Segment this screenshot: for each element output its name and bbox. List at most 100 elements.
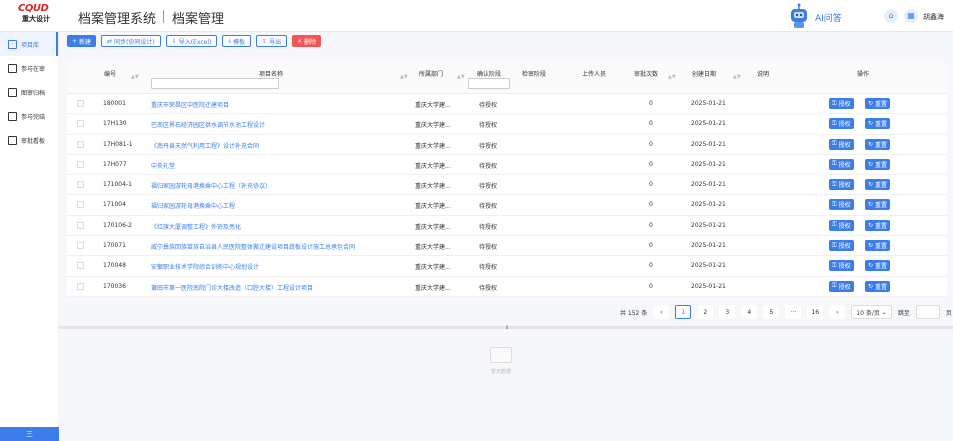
table-row[interactable]: 180001 重庆市荣昌区中医院迁建项目 重庆大学建... 待授权 0 2025… [67, 94, 947, 115]
authorize-button[interactable]: ⚿ 授权 [829, 219, 854, 231]
goto-suffix: 页 [945, 309, 952, 317]
cell-dept: 重庆大学建... [415, 183, 451, 191]
page-button[interactable]: 4 [741, 305, 758, 319]
cell-project-name[interactable]: 《南丹县天然气利用工程》设计补充合同 [151, 141, 259, 150]
authorize-button[interactable]: ⚿ 授权 [829, 118, 854, 130]
row-checkbox[interactable] [77, 282, 84, 290]
sort-icon[interactable]: ▲▼ [400, 74, 408, 80]
page-button[interactable]: 5 [763, 305, 780, 319]
row-checkbox[interactable] [77, 181, 84, 189]
reset-button[interactable]: ↻ 重置 [865, 138, 891, 150]
name-filter-input[interactable] [151, 78, 279, 89]
sort-icon[interactable]: ▲▼ [131, 74, 139, 80]
refresh-icon: ↻ [868, 262, 874, 270]
grid-icon[interactable]: ▦ [904, 9, 918, 23]
reset-button[interactable]: ↻ 重置 [865, 280, 891, 292]
authorize-button[interactable]: ⚿ 授权 [829, 199, 854, 211]
table-row[interactable]: 170071 威宁彝族回族苗族自治县人民医院整体搬迁建设项目蔬板设计施工总承包合… [67, 236, 947, 257]
row-checkbox[interactable] [77, 201, 84, 209]
sidebar-item-project-library[interactable]: 项目库 [0, 32, 58, 56]
reset-button[interactable]: ↻ 重置 [865, 240, 891, 252]
cell-project-name[interactable]: 重庆市荣昌区中医院迁建项目 [151, 100, 229, 109]
cell-project-name[interactable]: 威宁彝族回族苗族自治县人民医院整体搬迁建设项目蔬板设计施工总承包合同 [151, 242, 355, 251]
cell-dept: 重庆大学建... [415, 244, 451, 252]
row-checkbox[interactable] [77, 242, 84, 250]
sync-button[interactable]: ⇄ 同步(协同设计) [101, 35, 161, 47]
cell-project-name[interactable]: 福归家园游轮母港换乘中心工程（补充协议） [151, 181, 271, 190]
row-checkbox[interactable] [77, 120, 84, 128]
table-row[interactable]: 170048 安徽职业技术学院综合训练中心规划设计 重庆大学建... 待授权 0… [67, 256, 947, 277]
authorize-button[interactable]: ⚿ 授权 [829, 158, 854, 170]
cell-project-name[interactable]: 中央礼堂 [151, 161, 175, 170]
delete-button[interactable]: ✕ 删除 [292, 35, 322, 47]
authorize-button[interactable]: ⚿ 授权 [829, 240, 854, 252]
template-button[interactable]: ⤓ 模板 [222, 35, 252, 47]
authorize-button[interactable]: ⚿ 授权 [829, 260, 854, 272]
cell-project-name[interactable]: 莆田市第一医院南院门诊大楼改造（口腔大楼）工程设计项目 [151, 283, 313, 292]
reset-button[interactable]: ↻ 重置 [865, 98, 891, 109]
sidebar-item-completed[interactable]: 参与完结 [0, 104, 58, 128]
sort-icon[interactable]: ▲▼ [733, 74, 741, 80]
authorize-button[interactable]: ⚿ 授权 [829, 280, 854, 292]
more-pages-button[interactable]: ··· [785, 305, 802, 319]
cell-id: 17H130 [103, 120, 127, 128]
table-row[interactable]: 17H130 巴南区界石经济园区供水调节水池工程设计 重庆大学建... 待授权 … [67, 114, 947, 135]
import-button[interactable]: ⇩ 导入(Excel) [165, 35, 218, 47]
home-icon[interactable]: ⌂ [884, 9, 898, 23]
refresh-icon: ↻ [868, 140, 874, 148]
reset-button[interactable]: ↻ 重置 [865, 118, 891, 130]
sort-icon[interactable]: ▲▼ [457, 74, 465, 80]
goto-page-input[interactable] [915, 305, 940, 319]
ai-chat-link[interactable]: AI问答 [815, 11, 842, 24]
page-button[interactable]: 2 [697, 305, 714, 319]
table-row[interactable]: 171004-1 福归家园游轮母港换乘中心工程（补充协议） 重庆大学建... 待… [67, 175, 947, 196]
sort-icon[interactable]: ▲▼ [668, 74, 676, 80]
authorize-button[interactable]: ⚿ 授权 [829, 98, 854, 109]
table-row[interactable]: 170036 莆田市第一医院南院门诊大楼改造（口腔大楼）工程设计项目 重庆大学建… [67, 276, 947, 297]
col-name: 项目名称 [259, 71, 284, 78]
cell-stage: 待授权 [479, 162, 498, 170]
row-checkbox[interactable] [77, 160, 84, 168]
page-button[interactable]: 3 [719, 305, 736, 319]
sidebar-item-dashboard[interactable]: 审批看板 [0, 128, 58, 152]
table-header: 编号 ▲▼ 项目名称 ▲▼ 所属部门 ▲▼ 确认阶段 检审阶段 上传人员 审批次… [67, 62, 947, 94]
col-actions: 操作 [857, 71, 870, 78]
row-checkbox[interactable] [77, 100, 84, 107]
stage-filter-select[interactable] [468, 78, 510, 89]
new-button[interactable]: + 新建 [67, 35, 97, 47]
table-row[interactable]: 17H077 中央礼堂 重庆大学建... 待授权 0 2025-01-21 ⚿ 授… [67, 154, 947, 176]
cell-project-name[interactable]: 安徽职业技术学院综合训练中心规划设计 [151, 262, 259, 271]
sidebar-collapse-button[interactable]: 三 [0, 427, 59, 441]
page-size-select[interactable]: 10 条/页 ⌄ [851, 305, 892, 319]
user-name[interactable]: 胡鑫海 [923, 12, 944, 22]
row-checkbox[interactable] [77, 140, 84, 148]
page-button[interactable]: 1 [675, 305, 692, 319]
table-row[interactable]: 17H081-1 《南丹县天然气利用工程》设计补充合同 重庆大学建... 待授权… [67, 134, 947, 155]
prev-page-button[interactable]: ‹ [653, 305, 670, 319]
next-page-button[interactable]: › [829, 305, 846, 319]
reset-button[interactable]: ↻ 重置 [865, 219, 891, 231]
reset-button[interactable]: ↻ 重置 [865, 199, 891, 211]
authorize-button[interactable]: ⚿ 授权 [829, 138, 854, 150]
cell-stage: 待授权 [479, 284, 498, 292]
review-icon [8, 63, 17, 73]
row-checkbox[interactable] [77, 262, 84, 270]
robot-icon[interactable] [785, 2, 813, 30]
table-row[interactable]: 171004 福归家园游轮母港换乘中心工程 重庆大学建... 待授权 0 202… [67, 195, 947, 216]
cell-id: 17H081-1 [103, 140, 133, 148]
cell-project-name[interactable]: 巴南区界石经济园区供水调节水池工程设计 [151, 120, 265, 129]
drag-handle-icon[interactable]: ⇕ [505, 325, 509, 331]
sidebar-item-in-review[interactable]: 参与在审 [0, 56, 58, 80]
cell-dept: 重庆大学建... [415, 284, 451, 292]
cell-project-name[interactable]: 《红旗大厦调整工程》外饰及亮化 [151, 222, 241, 231]
sidebar-item-archive[interactable]: 图审归档 [0, 80, 58, 104]
reset-button[interactable]: ↻ 重置 [865, 260, 891, 272]
authorize-button[interactable]: ⚿ 授权 [829, 179, 854, 191]
cell-project-name[interactable]: 福归家园游轮母港换乘中心工程 [151, 201, 235, 210]
reset-button[interactable]: ↻ 重置 [865, 179, 891, 191]
export-button[interactable]: ⇪ 导出 [256, 35, 288, 47]
reset-button[interactable]: ↻ 重置 [865, 158, 891, 170]
table-row[interactable]: 170106-2 《红旗大厦调整工程》外饰及亮化 重庆大学建... 待授权 0 … [67, 215, 947, 237]
row-checkbox[interactable] [77, 221, 84, 229]
page-button[interactable]: 16 [807, 305, 824, 319]
